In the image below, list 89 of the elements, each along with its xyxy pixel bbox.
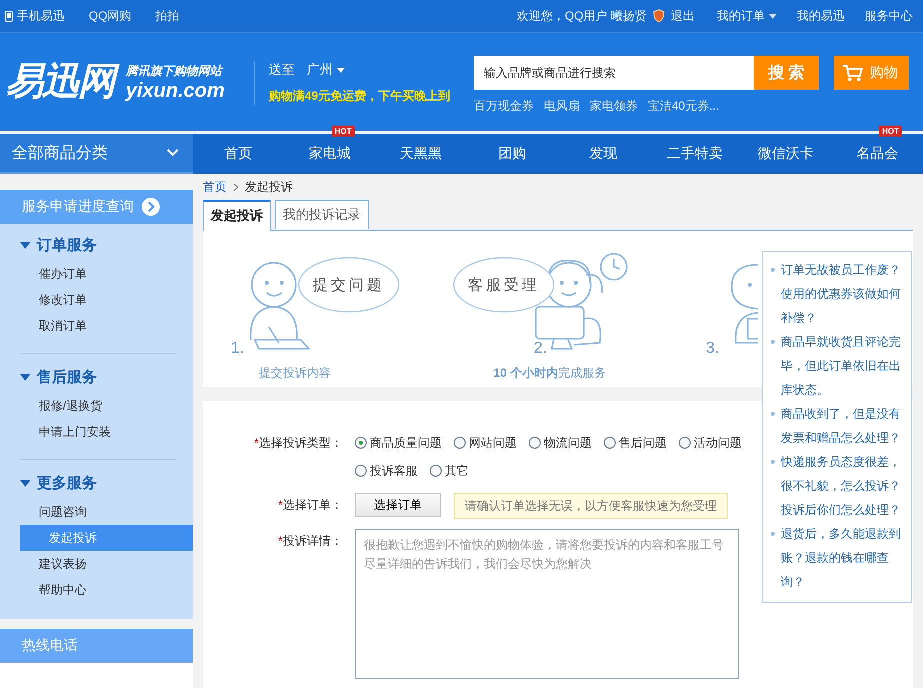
breadcrumb-current: 发起投诉 — [245, 179, 293, 196]
radio-option[interactable]: 物流问题 — [529, 431, 592, 455]
city-selector[interactable]: 广州 — [307, 61, 345, 79]
step-number: 2. — [534, 340, 548, 358]
radio-option[interactable]: 活动问题 — [679, 431, 742, 455]
required-mark: * — [254, 436, 259, 450]
hot-keyword[interactable]: 宝洁40元券... — [648, 98, 720, 115]
hot-keyword[interactable]: 百万现金券 — [474, 98, 534, 115]
domain-text: yixun.com — [126, 80, 225, 102]
promo-text: 购物满49元免运费，下午买晚上到 — [269, 88, 452, 105]
group-title: 订单服务 — [37, 236, 97, 255]
step-caption: 10 个小时内完成服务 — [494, 365, 606, 382]
field-label: *投诉详情： — [277, 533, 344, 550]
field-label: *选择投诉类型： — [253, 435, 344, 452]
sidebar-item[interactable]: 修改订单 — [20, 287, 193, 313]
group-title: 售后服务 — [37, 368, 97, 387]
sidebar-item[interactable]: 建议表扬 — [20, 551, 193, 577]
group-title: 更多服务 — [37, 474, 97, 493]
required-mark: * — [278, 534, 283, 548]
hint-tooltip: 请确认订单选择无误，以方便客服快速为您受理 — [454, 493, 728, 519]
radio-option[interactable]: 投诉客服 — [355, 459, 418, 483]
faq-link[interactable]: 订单无故被员工作废？使用的优惠券该做如何补偿？ — [769, 258, 905, 330]
radio-button[interactable] — [430, 465, 442, 477]
select-order-button[interactable]: 选择订单 — [355, 493, 441, 517]
chevron-circle-icon — [142, 198, 160, 216]
hot-badge: HOT — [332, 126, 355, 137]
complaint-detail-field[interactable]: 很抱歉让您遇到不愉快的购物体验，请将您要投诉的内容和客服工号尽量详细的告诉我们，我们会尽快为您解决 — [355, 529, 739, 679]
nav-link[interactable]: 首页 — [224, 145, 253, 163]
field-label: *选择订单： — [277, 497, 344, 514]
radio-button[interactable] — [604, 437, 616, 449]
nav-link[interactable]: 团购 — [498, 145, 526, 163]
sidebar-item[interactable]: 取消订单 — [20, 313, 193, 339]
radio-button[interactable] — [454, 437, 466, 449]
nav-link[interactable]: 微信沃卡 — [758, 145, 814, 163]
sidebar-item[interactable]: 催办订单 — [20, 261, 193, 287]
top-link[interactable]: 拍拍 — [144, 8, 192, 24]
cart-icon — [842, 64, 864, 82]
logout-link[interactable]: 退出 — [659, 8, 707, 24]
top-menu[interactable]: 我的订单 — [707, 8, 787, 24]
radio-option[interactable]: 其它 — [430, 459, 469, 483]
top-menu[interactable]: 我的易迅 — [787, 8, 855, 24]
welcome-text: 欢迎您，QQ用户 曦扬贤 — [516, 8, 648, 24]
radio-option[interactable]: 网站问题 — [454, 431, 517, 455]
tab[interactable]: 我的投诉记录 — [275, 200, 369, 230]
radio-button[interactable] — [355, 437, 367, 449]
top-link[interactable]: QQ网购 — [77, 8, 144, 24]
step-number: 1. — [231, 340, 244, 358]
nav-link[interactable]: 天黑黑 — [400, 145, 442, 163]
step-number: 3. — [706, 340, 720, 358]
required-mark: * — [278, 498, 283, 512]
chevron-right-icon — [233, 183, 239, 192]
sidebar-item[interactable]: 帮助中心 — [20, 577, 193, 603]
hotline-header: 热线电话 — [0, 629, 193, 663]
chevron-down-icon — [167, 149, 179, 157]
faq-link[interactable]: 退货后，多久能退款到账？退款的钱在哪查询？ — [769, 522, 905, 594]
search-field[interactable]: 输入品牌或商品进行搜索 — [474, 56, 754, 90]
faq-link[interactable]: 商品收到了，但是没有发票和赠品怎么处理？ — [769, 402, 905, 450]
sidebar-item[interactable]: 报修/退换货 — [20, 393, 193, 419]
slogan-text: 腾讯旗下购物网站 — [126, 62, 224, 80]
sidebar-item[interactable]: 申请上门安装 — [20, 419, 193, 445]
nav-link[interactable]: 发现 — [590, 145, 618, 163]
faq-link[interactable]: 商品早就收货且评论完毕，但此订单依旧在出库状态。 — [769, 330, 905, 402]
radio-button[interactable] — [679, 437, 691, 449]
radio-button[interactable] — [529, 437, 541, 449]
nav-link[interactable]: 家电城 — [308, 145, 351, 163]
nav-link[interactable]: 名品会 — [856, 145, 898, 163]
faq-link[interactable]: 快递服务员态度很差，很不礼貌，怎么投诉？投诉后你们怎么处理？ — [769, 450, 905, 522]
category-menu[interactable]: 全部商品分类 — [0, 134, 193, 174]
radio-option[interactable]: 售后问题 — [604, 431, 667, 455]
top-menu[interactable]: 服务中心 — [855, 8, 923, 24]
radio-button[interactable] — [355, 465, 367, 477]
step-caption: 提交投诉内容 — [259, 365, 331, 382]
radio-option[interactable]: 商品质量问题 — [355, 431, 442, 455]
sidebar-item[interactable]: 问题咨询 — [20, 499, 193, 525]
logo-text: 易迅网 — [4, 59, 122, 105]
hot-keyword[interactable]: 家电领券 — [590, 98, 638, 115]
hot-badge: HOT — [879, 126, 902, 137]
bubble-text: 客服受理 — [468, 277, 540, 294]
deliver-label: 送至 — [269, 61, 295, 79]
mobile-link[interactable]: 手机易迅 — [0, 8, 77, 24]
hot-keyword[interactable]: 电风扇 — [544, 98, 580, 115]
tab[interactable]: 发起投诉 — [203, 200, 271, 232]
caret-icon — [337, 68, 345, 72]
shield-icon — [653, 9, 665, 23]
phone-icon — [5, 10, 13, 22]
sidebar-item[interactable]: 发起投诉 — [20, 525, 193, 551]
breadcrumb-link[interactable]: 首页 — [203, 179, 227, 196]
bubble-text: 提交问题 — [313, 277, 385, 294]
nav-link[interactable]: 二手特卖 — [666, 145, 723, 163]
